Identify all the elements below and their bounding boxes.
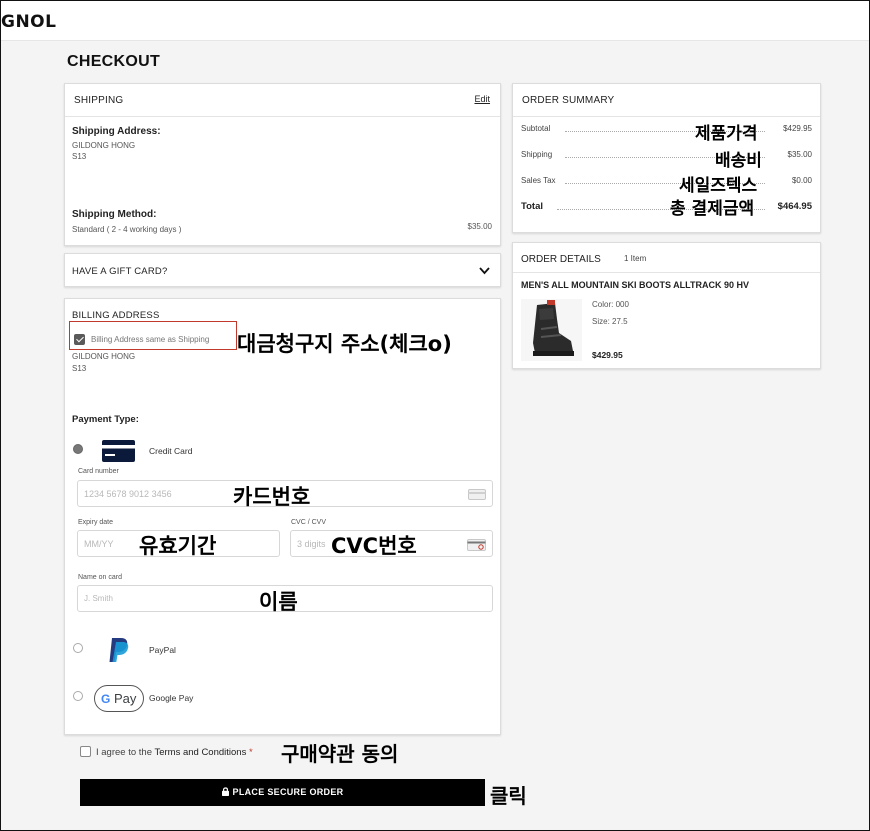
google-pay-label[interactable]: Google Pay bbox=[149, 693, 193, 703]
subtotal-label: Subtotal bbox=[521, 124, 551, 133]
paypal-label[interactable]: PayPal bbox=[149, 645, 176, 655]
page-title: CHECKOUT bbox=[67, 53, 161, 70]
top-bar: GNOL bbox=[1, 1, 869, 41]
annotation-highlight-box bbox=[69, 321, 237, 350]
card-number-placeholder: 1234 5678 9012 3456 bbox=[84, 489, 172, 499]
sales-tax-label: Sales Tax bbox=[521, 176, 556, 185]
name-on-card-placeholder: J. Smith bbox=[84, 594, 113, 603]
place-order-label: PLACE SECURE ORDER bbox=[232, 787, 344, 797]
google-pay-badge: G Pay bbox=[94, 685, 144, 712]
gift-card-title: HAVE A GIFT CARD? bbox=[72, 266, 168, 277]
payment-type-label: Payment Type: bbox=[72, 414, 139, 425]
annotation-click: 클릭 bbox=[490, 784, 527, 808]
annotation-sales-tax: 세일즈텍스 bbox=[679, 176, 758, 196]
credit-card-radio[interactable] bbox=[73, 444, 83, 454]
cvc-label: CVC / CVV bbox=[291, 519, 327, 526]
edit-shipping-link[interactable]: Edit bbox=[474, 94, 490, 104]
card-back-icon bbox=[467, 539, 486, 551]
order-summary-header: ORDER SUMMARY bbox=[513, 84, 820, 117]
annotation-shipping: 배송비 bbox=[715, 151, 762, 171]
shipping-address-line: S13 bbox=[72, 152, 87, 161]
terms-text: I agree to the Terms and Conditions * bbox=[96, 747, 253, 758]
annotation-terms: 구매약관 동의 bbox=[281, 742, 399, 766]
name-on-card-label: Name on card bbox=[78, 574, 122, 581]
annotation-subtotal: 제품가격 bbox=[695, 124, 758, 144]
sales-tax-value: $0.00 bbox=[791, 176, 812, 185]
terms-required-mark: * bbox=[248, 747, 253, 758]
order-details-card: ORDER DETAILS 1 Item MEN'S ALL MOUNTAIN … bbox=[512, 242, 821, 369]
subtotal-value: $429.95 bbox=[783, 124, 812, 133]
product-price: $429.95 bbox=[592, 350, 623, 360]
shipping-cost-value: $35.00 bbox=[787, 150, 812, 159]
expiry-placeholder: MM/YY bbox=[84, 539, 114, 549]
shipping-title: SHIPPING bbox=[74, 95, 124, 106]
paypal-icon bbox=[109, 638, 129, 662]
billing-payment-card: BILLING ADDRESS Billing Address same as … bbox=[64, 298, 501, 735]
google-pay-badge-text: Pay bbox=[114, 691, 137, 706]
annotation-name: 이름 bbox=[259, 590, 298, 614]
order-summary-card: ORDER SUMMARY Subtotal $429.95 Shipping … bbox=[512, 83, 821, 233]
lock-icon bbox=[221, 787, 229, 796]
gift-card-toggle[interactable]: HAVE A GIFT CARD? bbox=[64, 253, 501, 287]
shipping-cost-label: Shipping bbox=[521, 150, 553, 159]
terms-link[interactable]: Terms and Conditions bbox=[154, 747, 246, 758]
annotation-total: 총 결제금액 bbox=[670, 199, 755, 219]
billing-title: BILLING ADDRESS bbox=[72, 310, 160, 321]
expiry-label: Expiry date bbox=[78, 519, 114, 526]
annotation-billing: 대금청구지 주소(체크o) bbox=[237, 332, 452, 356]
shipping-method-value: Standard ( 2 - 4 working days ) bbox=[72, 225, 182, 234]
shipping-method-price: $35.00 bbox=[467, 222, 492, 231]
shipping-card-header: SHIPPING Edit bbox=[65, 84, 500, 117]
card-icon bbox=[468, 489, 486, 500]
total-label: Total bbox=[521, 201, 543, 212]
order-details-header: ORDER DETAILS 1 Item bbox=[513, 243, 820, 273]
google-pay-radio[interactable] bbox=[73, 691, 83, 701]
chevron-down-icon bbox=[479, 267, 490, 275]
cvc-placeholder: 3 digits bbox=[297, 539, 326, 549]
paypal-radio[interactable] bbox=[73, 643, 83, 653]
google-g-icon: G bbox=[101, 692, 111, 706]
billing-address-line: S13 bbox=[72, 364, 87, 373]
place-secure-order-button[interactable]: PLACE SECURE ORDER bbox=[80, 779, 485, 806]
order-summary-title: ORDER SUMMARY bbox=[522, 95, 615, 106]
billing-name: GILDONG HONG bbox=[72, 352, 136, 361]
brand-logo[interactable]: GNOL bbox=[1, 12, 56, 32]
product-name[interactable]: MEN'S ALL MOUNTAIN SKI BOOTS ALLTRACK 90… bbox=[521, 280, 749, 290]
annotation-cvc: CVC번호 bbox=[331, 534, 417, 558]
shipping-name: GILDONG HONG bbox=[72, 141, 136, 150]
shipping-address-label: Shipping Address: bbox=[72, 126, 161, 137]
product-image[interactable] bbox=[521, 299, 582, 361]
credit-card-label[interactable]: Credit Card bbox=[149, 446, 192, 456]
total-value: $464.95 bbox=[777, 201, 812, 212]
order-details-count: 1 Item bbox=[624, 254, 647, 263]
terms-prefix: I agree to the bbox=[96, 747, 155, 758]
order-details-title: ORDER DETAILS bbox=[521, 254, 601, 265]
card-number-label: Card number bbox=[78, 468, 119, 475]
ski-boot-icon bbox=[533, 300, 574, 356]
annotation-card-number: 카드번호 bbox=[233, 485, 311, 509]
credit-card-icon bbox=[102, 440, 135, 462]
annotation-expiry: 유효기간 bbox=[139, 534, 217, 558]
product-color: Color: 000 bbox=[592, 300, 629, 309]
shipping-method-label: Shipping Method: bbox=[72, 209, 157, 220]
product-size: Size: 27.5 bbox=[592, 317, 628, 326]
terms-checkbox[interactable] bbox=[80, 746, 91, 757]
shipping-card: SHIPPING Edit Shipping Address: GILDONG … bbox=[64, 83, 501, 246]
